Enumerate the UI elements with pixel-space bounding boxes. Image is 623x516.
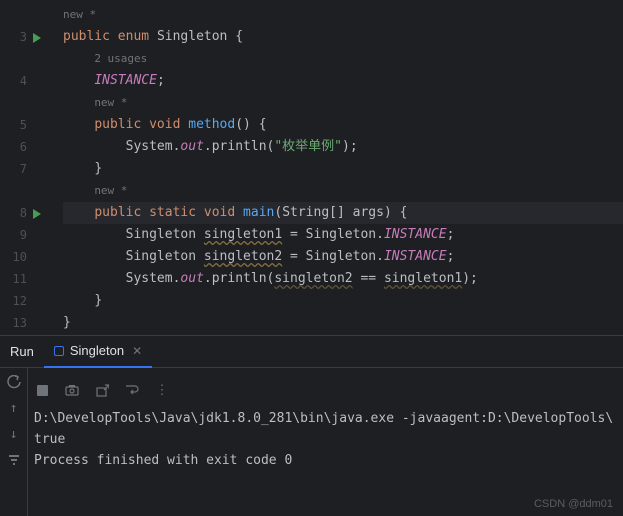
class-icon [54, 346, 64, 356]
code-line: } [63, 312, 623, 334]
console-toolbar: ⋮ [34, 376, 617, 408]
code-line: public void method() { [63, 114, 623, 136]
code-line: INSTANCE; [63, 70, 623, 92]
gutter-line: 3 [0, 26, 45, 48]
code-line-current: public static void main(String[] args) { [63, 202, 623, 224]
code-line: Singleton singleton2 = Singleton.INSTANC… [63, 246, 623, 268]
code-line: System.out.println(singleton2 == singlet… [63, 268, 623, 290]
up-icon[interactable]: ↑ [6, 400, 22, 416]
console-line: true [34, 429, 617, 450]
gutter-line: 6 [0, 136, 45, 158]
console-line: D:\DevelopTools\Java\jdk1.8.0_281\bin\ja… [34, 408, 617, 429]
gutter-line: 12 [0, 290, 45, 312]
filter-icon[interactable] [6, 452, 22, 468]
gutter-line: 8 [0, 202, 45, 224]
code-line: } [63, 158, 623, 180]
code-editor[interactable]: 3 4 5 6 7 8 9 10 11 12 13 new * public e… [0, 0, 623, 335]
gutter-line: 7 [0, 158, 45, 180]
gutter-line [0, 4, 45, 26]
run-tool-window: Run Singleton ✕ ↑ ↓ ⋮ D:\DevelopTools\Ja… [0, 335, 623, 516]
tab-title: Singleton [70, 343, 124, 358]
gutter-line [0, 48, 45, 70]
gutter-line: 11 [0, 268, 45, 290]
gutter-line: 13 [0, 312, 45, 334]
wrap-icon[interactable] [124, 382, 140, 398]
more-icon[interactable]: ⋮ [154, 382, 170, 398]
rerun-icon[interactable] [6, 374, 22, 390]
tool-window-gutter: ↑ ↓ [0, 368, 28, 516]
run-gutter-icon[interactable] [33, 33, 41, 43]
code-area[interactable]: new * public enum Singleton { 2 usages I… [45, 0, 623, 335]
code-line: new * [63, 92, 623, 114]
gutter-line [0, 92, 45, 114]
code-line: Singleton singleton1 = Singleton.INSTANC… [63, 224, 623, 246]
gutter-line [0, 180, 45, 202]
code-line: } [63, 290, 623, 312]
console-output[interactable]: ⋮ D:\DevelopTools\Java\jdk1.8.0_281\bin\… [28, 368, 623, 516]
close-icon[interactable]: ✕ [132, 344, 142, 358]
console-line: Process finished with exit code 0 [34, 450, 617, 471]
gutter-line: 10 [0, 246, 45, 268]
code-line: new * [63, 4, 623, 26]
gutter-line: 4 [0, 70, 45, 92]
tool-window-tabs: Run Singleton ✕ [0, 336, 623, 368]
gutter-line: 5 [0, 114, 45, 136]
run-tab-label[interactable]: Run [0, 344, 44, 359]
stop-icon[interactable] [34, 382, 50, 398]
run-gutter-icon[interactable] [33, 209, 41, 219]
gutter-line: 9 [0, 224, 45, 246]
down-icon[interactable]: ↓ [6, 426, 22, 442]
code-line: public enum Singleton { [63, 26, 623, 48]
run-config-tab[interactable]: Singleton ✕ [44, 336, 152, 368]
screenshot-icon[interactable] [64, 382, 80, 398]
tool-window-body: ↑ ↓ ⋮ D:\DevelopTools\Java\jdk1.8.0_281\… [0, 368, 623, 516]
code-line: System.out.println("枚举单例"); [63, 136, 623, 158]
watermark: CSDN @ddm01 [534, 498, 613, 510]
code-line: 2 usages [63, 48, 623, 70]
editor-gutter: 3 4 5 6 7 8 9 10 11 12 13 [0, 0, 45, 335]
code-line: new * [63, 180, 623, 202]
export-icon[interactable] [94, 382, 110, 398]
